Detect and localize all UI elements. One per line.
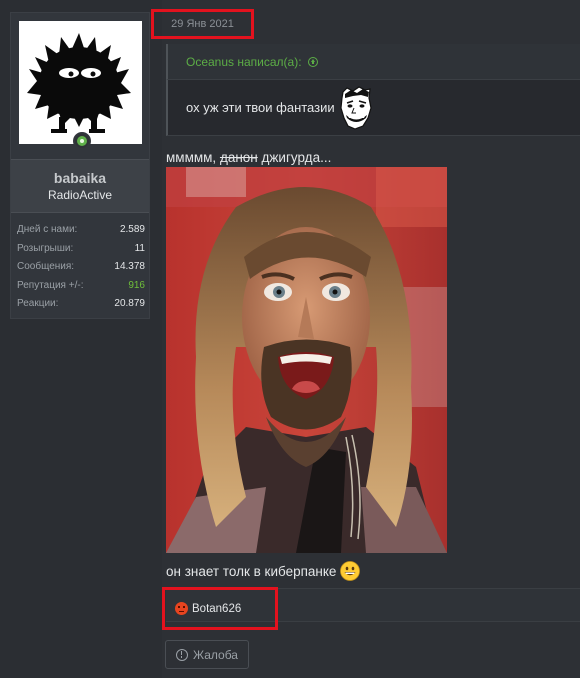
user-card: babaika RadioActive Дней с нами: 2.589 Р… <box>10 12 150 319</box>
reaction-user-link[interactable]: Botan626 <box>192 603 241 615</box>
info-icon <box>176 648 188 661</box>
long-haired-man-photo <box>166 167 447 553</box>
stat-row: Реакции: 20.879 <box>17 295 145 314</box>
attached-photo[interactable] <box>166 167 447 553</box>
stat-value: 916 <box>128 279 145 291</box>
angry-face-icon <box>175 602 188 615</box>
online-status-icon <box>73 132 91 150</box>
stat-label: Дней с нами: <box>17 224 78 235</box>
stat-value[interactable]: 11 <box>135 240 145 259</box>
quote-text: ох уж эти твои фантазии <box>186 100 335 115</box>
stat-label: Реакции: <box>17 298 59 309</box>
stat-label: Репутация +/-: <box>17 279 84 291</box>
message-prefix: ммммм, <box>166 150 217 165</box>
report-label: Жалоба <box>193 647 238 662</box>
username-link[interactable]: babaika <box>11 170 149 186</box>
stat-value: 2.589 <box>119 224 145 235</box>
stat-label: Розыгрыши: <box>17 242 74 254</box>
fluffy-monster-icon <box>27 33 131 133</box>
message-strikethrough: данон <box>219 150 258 165</box>
user-name-block: babaika RadioActive <box>11 159 149 213</box>
troll-face-icon <box>340 85 372 130</box>
quote-author[interactable]: Oceanus написал(а): <box>186 55 302 69</box>
stat-value: 20.879 <box>114 298 145 309</box>
user-stats: Дней с нами: 2.589 Розыгрыши: 11 Сообщен… <box>17 221 145 314</box>
quote-header[interactable]: Oceanus написал(а): <box>166 44 580 80</box>
arrow-up-icon[interactable] <box>307 56 318 67</box>
report-button[interactable]: Жалоба <box>165 640 249 669</box>
stat-row: Дней с нами: 2.589 <box>17 221 145 240</box>
avatar[interactable] <box>19 21 142 144</box>
stat-row: Розыгрыши: 11 <box>17 240 145 259</box>
message-text: ммммм, данон джигурда... <box>166 150 331 165</box>
quote-body: ох уж эти твои фантазии <box>166 80 580 136</box>
post-date-link[interactable]: 29 Янв 2021 <box>151 9 254 39</box>
grinning-face-icon <box>340 561 361 581</box>
message-line2: он знает толк в киберпанке <box>166 563 337 579</box>
stat-value[interactable]: 14.378 <box>114 258 145 277</box>
message-text-line2: он знает толк в киберпанке <box>166 561 361 581</box>
user-title: RadioActive <box>47 188 113 202</box>
stat-row: Репутация +/-: 916 <box>17 277 145 296</box>
stat-label: Сообщения: <box>17 261 75 272</box>
message-suffix: джигурда... <box>261 150 332 165</box>
reaction-summary[interactable]: Botan626 <box>162 587 278 630</box>
stat-row: Сообщения: 14.378 <box>17 258 145 277</box>
